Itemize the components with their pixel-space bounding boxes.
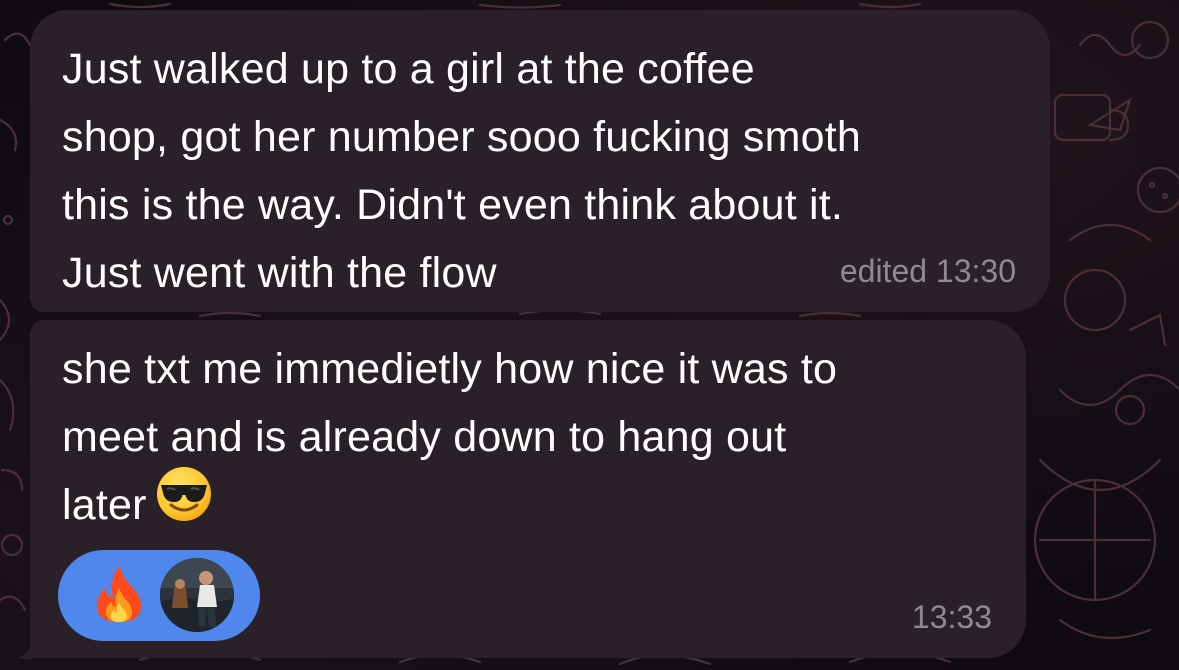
message-time: 13:33 [911,599,992,635]
message-edited-time: edited 13:30 [839,253,1016,289]
bubble-tail [18,620,48,660]
reaction-pill[interactable] [58,550,260,641]
message-bubble[interactable]: Just walked up to a girl at the coffee s… [30,10,1050,312]
smiling-face-with-sunglasses-icon [155,465,213,543]
avatar [160,558,234,632]
message-text: she txt me immedietly how nice it was to… [62,335,1012,543]
fire-icon [94,564,144,629]
message-bubble[interactable]: she txt me immedietly how nice it was to… [30,320,1026,658]
